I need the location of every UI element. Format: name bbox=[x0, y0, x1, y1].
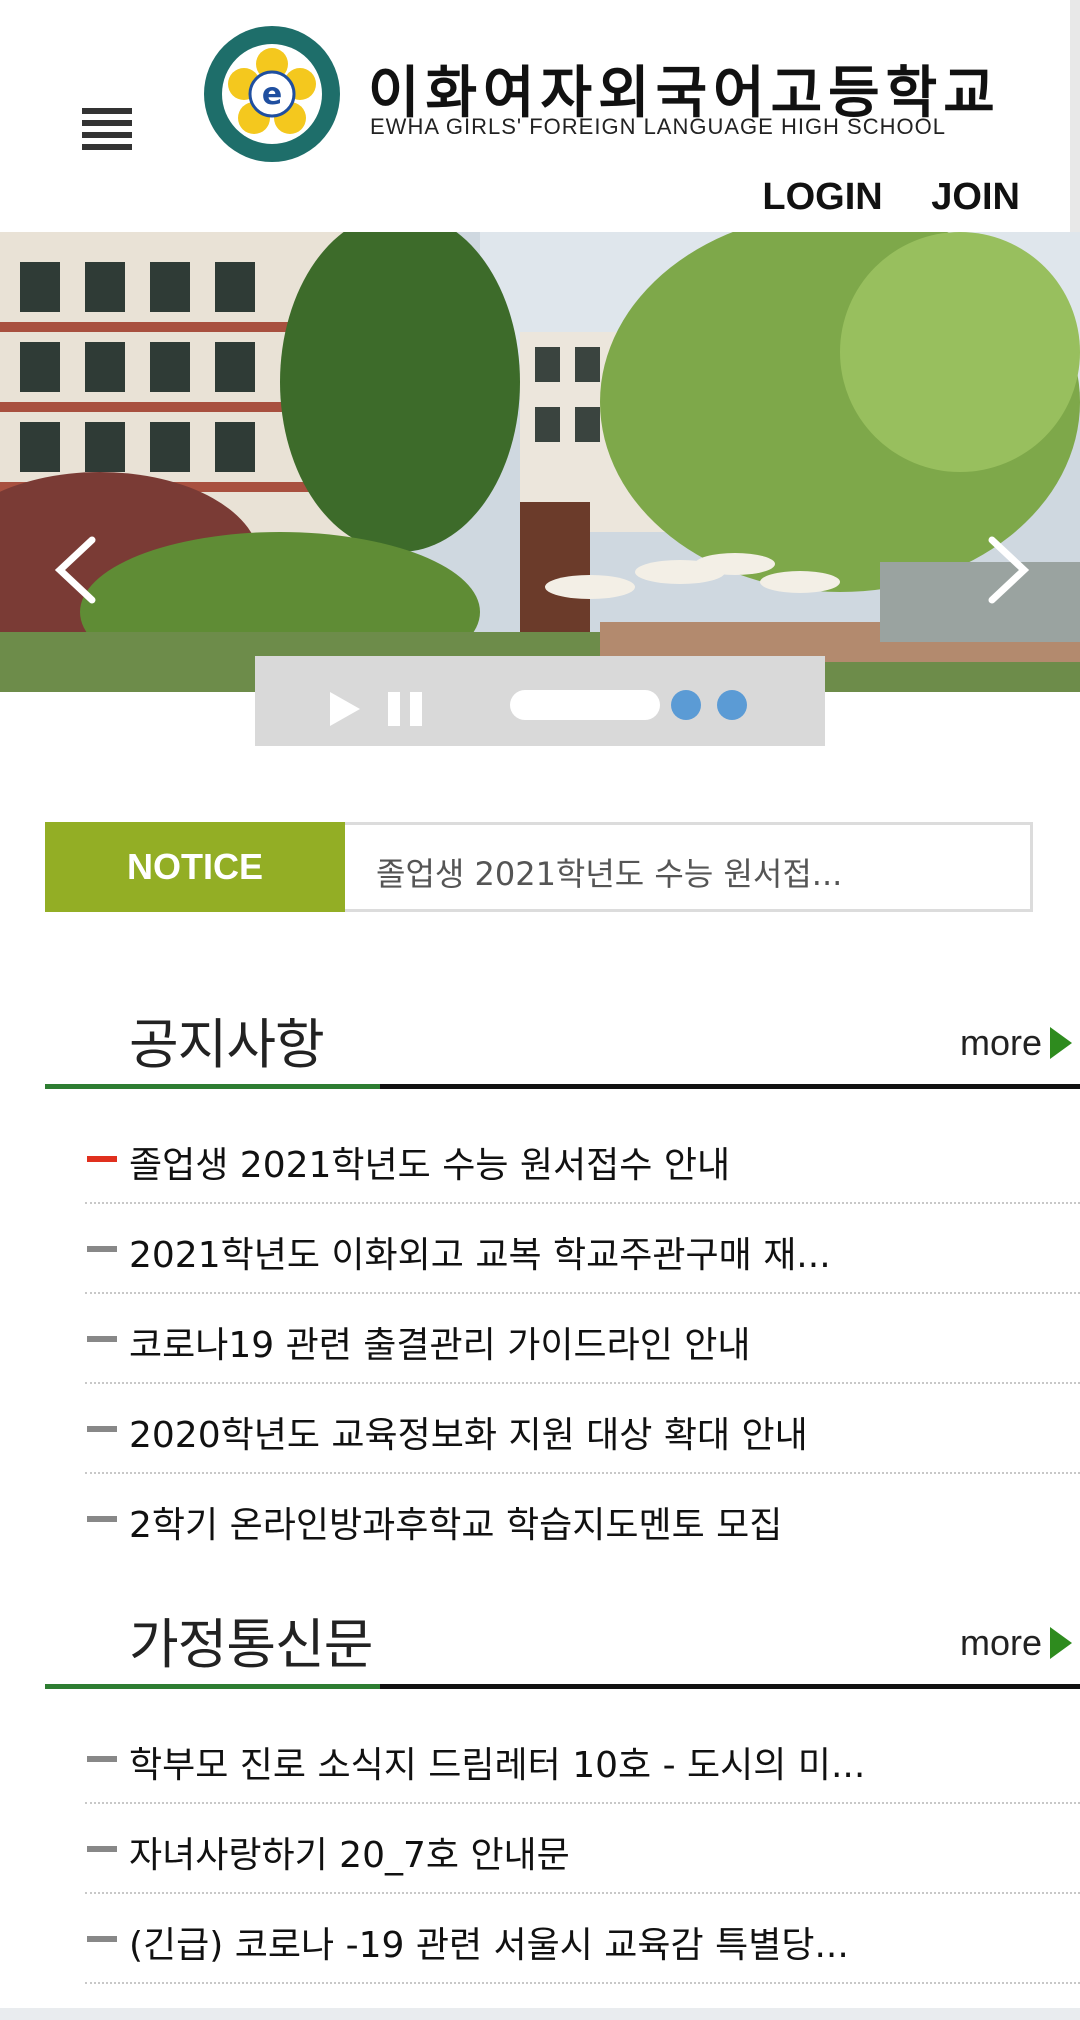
bullet-icon bbox=[87, 1756, 117, 1762]
list-item[interactable]: 2학기 온라인방과후학교 학습지도멘토 모집 bbox=[85, 1476, 1080, 1562]
list-item[interactable]: 코로나19 관련 출결관리 가이드라인 안내 bbox=[85, 1296, 1080, 1384]
slider-next-arrow-icon[interactable] bbox=[982, 535, 1032, 605]
bullet-icon bbox=[87, 1846, 117, 1852]
notice-ticker-text[interactable]: 졸업생 2021학년도 수능 원서접... bbox=[376, 849, 842, 895]
svg-text:e: e bbox=[262, 77, 282, 112]
slider-dot-active[interactable] bbox=[510, 690, 660, 720]
slider-dot[interactable] bbox=[671, 690, 701, 720]
announcements-list: 졸업생 2021학년도 수능 원서접수 안내 2021학년도 이화외고 교복 학… bbox=[85, 1116, 1080, 1564]
announcements-section: 공지사항 more 졸업생 2021학년도 수능 원서접수 안내 2021학년도… bbox=[45, 990, 1080, 1550]
site-header: e 이화여자외국어고등학교 EWHA GIRLS' FOREIGN LANGUA… bbox=[0, 0, 1080, 232]
list-item[interactable]: 졸업생 2021학년도 수능 원서접수 안내 bbox=[85, 1116, 1080, 1204]
list-item[interactable]: 자녀사랑하기 20_7호 안내문 bbox=[85, 1806, 1080, 1894]
list-item[interactable]: 2020학년도 교육정보화 지원 대상 확대 안내 bbox=[85, 1386, 1080, 1474]
list-item[interactable]: 학부모 진로 소식지 드림레터 10호 - 도시의 미... bbox=[85, 1716, 1080, 1804]
bullet-icon bbox=[87, 1516, 117, 1522]
scrollbar[interactable] bbox=[1070, 0, 1080, 232]
more-arrow-icon bbox=[1050, 1627, 1072, 1659]
newsletter-section: 가정통신문 more 학부모 진로 소식지 드림레터 10호 - 도시의 미..… bbox=[45, 1590, 1080, 2008]
school-logo[interactable]: e 이화여자외국어고등학교 EWHA GIRLS' FOREIGN LANGUA… bbox=[200, 22, 1000, 172]
slider-controls bbox=[255, 656, 825, 746]
campus-photo bbox=[0, 232, 1080, 692]
section-title: 가정통신문 bbox=[129, 1613, 373, 1676]
section-divider bbox=[45, 1684, 1080, 1689]
announcements-more-link[interactable]: more bbox=[960, 1022, 1072, 1064]
notice-label: NOTICE bbox=[45, 822, 345, 912]
play-icon[interactable] bbox=[330, 692, 360, 726]
section-title: 공지사항 bbox=[129, 1013, 325, 1076]
slider-dot[interactable] bbox=[717, 690, 747, 720]
school-name-en: EWHA GIRLS' FOREIGN LANGUAGE HIGH SCHOOL bbox=[370, 114, 946, 139]
list-item[interactable]: (긴급) 코로나 -19 관련 서울시 교육감 특별당... bbox=[85, 1896, 1080, 1984]
school-emblem-icon: e bbox=[204, 26, 340, 162]
bullet-icon bbox=[87, 1426, 117, 1432]
section-divider bbox=[45, 1084, 1080, 1089]
new-bullet-icon bbox=[87, 1156, 117, 1162]
auth-links: LOGIN JOIN bbox=[724, 176, 1020, 219]
slider-prev-arrow-icon[interactable] bbox=[52, 535, 102, 605]
bottom-edge bbox=[0, 2008, 1080, 2020]
hero-slider bbox=[0, 232, 1080, 692]
login-link[interactable]: LOGIN bbox=[762, 176, 882, 218]
list-item[interactable]: 2021학년도 이화외고 교복 학교주관구매 재... bbox=[85, 1206, 1080, 1294]
hamburger-menu-icon[interactable] bbox=[82, 108, 132, 150]
newsletter-more-link[interactable]: more bbox=[960, 1622, 1072, 1664]
bullet-icon bbox=[87, 1246, 117, 1252]
more-label: more bbox=[959, 1022, 1042, 1063]
bullet-icon bbox=[87, 1936, 117, 1942]
notice-ticker: NOTICE 졸업생 2021학년도 수능 원서접... bbox=[45, 822, 1033, 912]
more-label: more bbox=[959, 1622, 1042, 1663]
join-link[interactable]: JOIN bbox=[931, 176, 1020, 218]
newsletter-list: 학부모 진로 소식지 드림레터 10호 - 도시의 미... 자녀사랑하기 20… bbox=[85, 1716, 1080, 1986]
pause-icon[interactable] bbox=[388, 692, 422, 726]
bullet-icon bbox=[87, 1336, 117, 1342]
more-arrow-icon bbox=[1050, 1027, 1072, 1059]
